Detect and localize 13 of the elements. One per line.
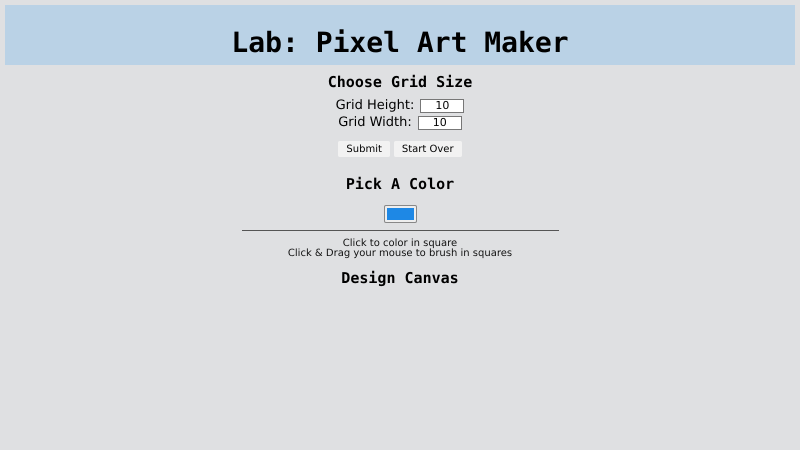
field-label: Grid Width: xyxy=(338,115,412,130)
page-title: Lab: Pixel Art Maker xyxy=(231,26,569,59)
number-input[interactable]: 10 xyxy=(418,116,462,130)
section-heading: Pick A Color xyxy=(346,175,454,193)
instruction-text: Click to color in square xyxy=(342,239,458,249)
color-picker[interactable] xyxy=(384,205,416,223)
section-heading: Design Canvas xyxy=(341,269,459,287)
form-button[interactable]: Submit xyxy=(338,141,390,157)
form-button[interactable]: Start Over xyxy=(394,141,462,157)
section-heading: Choose Grid Size xyxy=(328,73,472,91)
number-input[interactable]: 10 xyxy=(420,98,464,112)
field-label: Grid Height: xyxy=(336,98,414,113)
instruction-text: Click & Drag your mouse to brush in squares xyxy=(288,249,512,259)
